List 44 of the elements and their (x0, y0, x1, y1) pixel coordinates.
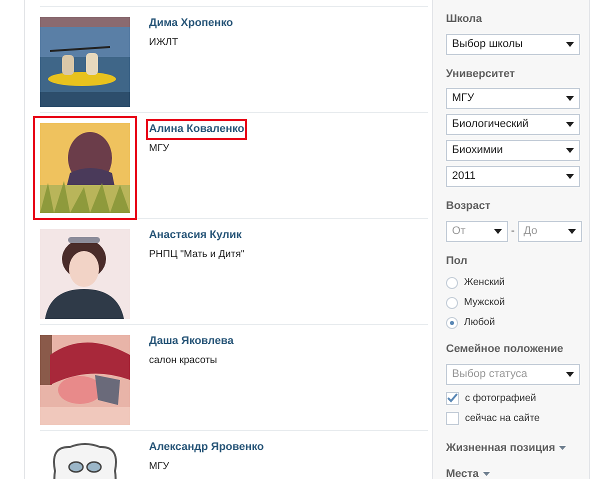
person-name-link[interactable]: Анастасия Кулик (146, 225, 245, 246)
caret-icon (566, 96, 574, 101)
dropdown-link[interactable]: Места (446, 466, 490, 479)
checkbox[interactable] (446, 392, 459, 404)
caret-icon (566, 174, 574, 179)
caret-icon (566, 42, 574, 46)
dropdown-select[interactable]: Выбор школы (446, 34, 580, 54)
person-info: МГУ (148, 142, 170, 156)
dropdown-select[interactable]: МГУ (446, 88, 580, 109)
person-info: ИЖЛТ (148, 36, 178, 50)
person-name-link[interactable]: Александр Яровенко (146, 437, 267, 458)
filter-label: Школа (446, 12, 483, 27)
person-info: РНПЦ "Мать и Дитя" (148, 248, 244, 262)
filter-label: Пол (446, 254, 468, 268)
caret-icon (482, 472, 490, 476)
radio-label: Мужской (464, 296, 505, 310)
checkbox-label: с фотографией (465, 392, 536, 406)
person-name-link[interactable]: Алина Коваленко (146, 119, 248, 140)
highlight-frame[interactable] (33, 116, 137, 220)
caret-icon (559, 446, 566, 450)
checkbox-label: сейчас на сайте (465, 412, 540, 426)
filter-label: Университет (446, 66, 516, 82)
person-info: МГУ (148, 460, 170, 474)
dropdown-select[interactable]: Биохимии (446, 140, 580, 161)
radio-label: Женский (464, 276, 505, 290)
radio-button[interactable] (446, 316, 458, 328)
dropdown-select[interactable]: Биологический (446, 114, 580, 135)
person-info: салон красоты (148, 354, 218, 368)
radio-button[interactable] (446, 276, 458, 288)
radio-button[interactable] (446, 296, 458, 308)
filter-label: Возраст (446, 199, 492, 214)
person-name-link[interactable]: Дима Хропенко (146, 13, 236, 34)
dropdown-select[interactable]: 2011 (446, 166, 580, 187)
person-name-link[interactable]: Даша Яковлева (146, 331, 237, 352)
dropdown-link[interactable]: Жизненная позиция (446, 440, 566, 456)
filter-label: Семейное положение (446, 342, 564, 357)
caret-icon (568, 228, 576, 234)
caret-icon (566, 372, 574, 376)
caret-icon (494, 228, 502, 234)
caret-icon (566, 148, 574, 153)
caret-icon (566, 122, 574, 127)
radio-label: Любой (464, 316, 495, 330)
checkbox[interactable] (446, 412, 459, 424)
range-separator: - (511, 224, 515, 239)
